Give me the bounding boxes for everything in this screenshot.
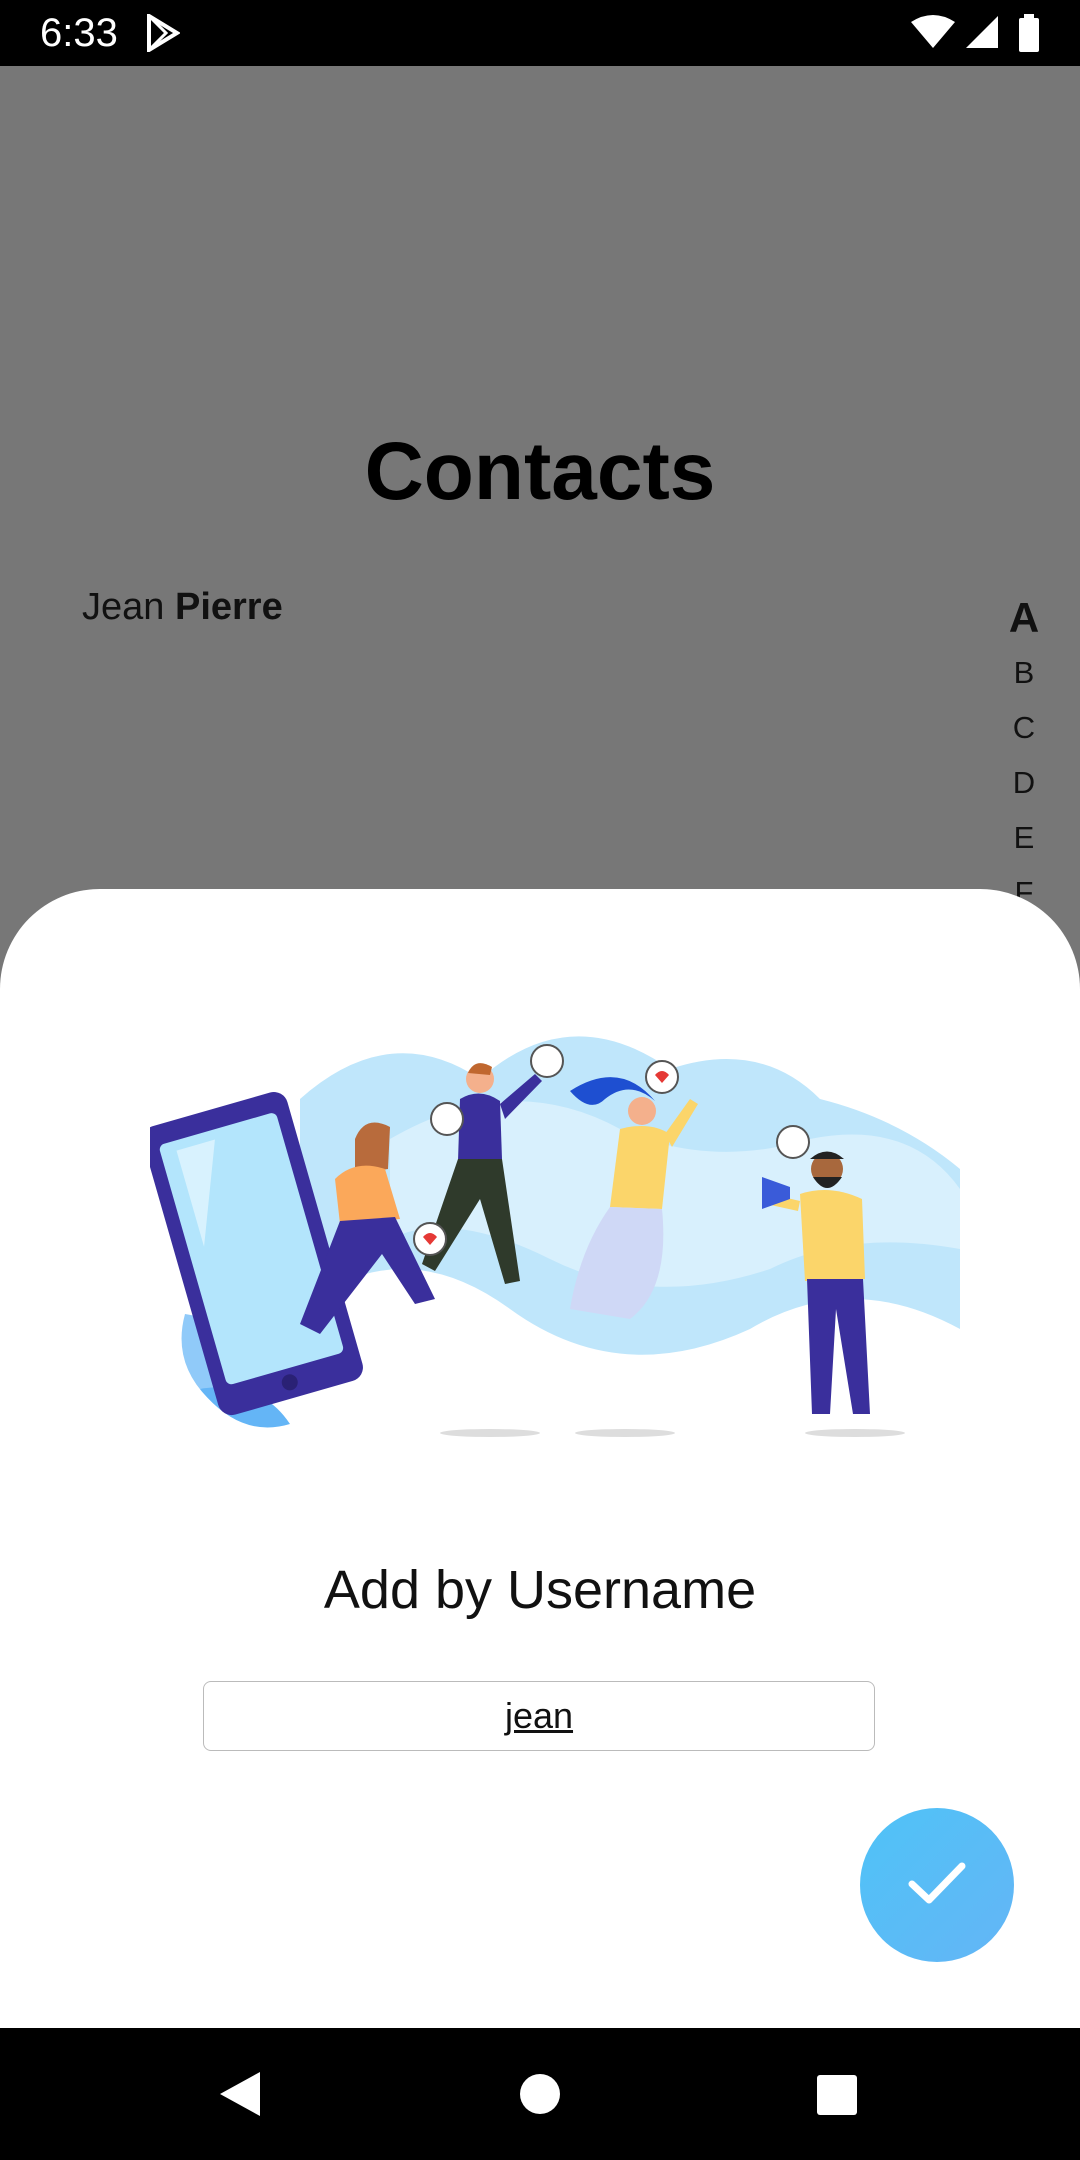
add-contact-sheet: Add by Username jean	[0, 889, 1080, 2029]
play-store-icon	[146, 12, 181, 57]
status-bar: 6:33	[0, 0, 1080, 66]
contact-last-name: Pierre	[174, 586, 283, 628]
home-icon[interactable]	[518, 2072, 562, 2121]
wifi-icon	[910, 14, 956, 55]
contact-first-name: Jean	[82, 586, 165, 628]
status-time: 6:33	[40, 11, 118, 55]
battery-icon	[1018, 14, 1040, 57]
navigation-bar	[0, 2028, 1080, 2160]
social-people-illustration	[142, 1009, 960, 1444]
alpha-index-letter[interactable]: E	[1000, 810, 1048, 865]
alpha-index-letter[interactable]: D	[1000, 755, 1048, 810]
contact-list-item[interactable]: Jean Pierre	[82, 586, 283, 629]
recents-icon[interactable]	[816, 2074, 858, 2121]
page-title: Contacts	[364, 426, 716, 517]
alpha-index-letter[interactable]: A	[1000, 590, 1048, 645]
back-icon[interactable]	[218, 2070, 262, 2123]
username-input[interactable]: jean	[203, 1681, 875, 1751]
alpha-index-letter[interactable]: B	[1000, 645, 1048, 700]
alphabet-index[interactable]: A B C D E F	[1000, 590, 1048, 920]
alpha-index-letter[interactable]: C	[1000, 700, 1048, 755]
check-icon	[907, 1858, 967, 1913]
confirm-button[interactable]	[860, 1808, 1014, 1962]
sheet-title: Add by Username	[323, 1560, 757, 1620]
signal-icon	[964, 14, 1000, 55]
